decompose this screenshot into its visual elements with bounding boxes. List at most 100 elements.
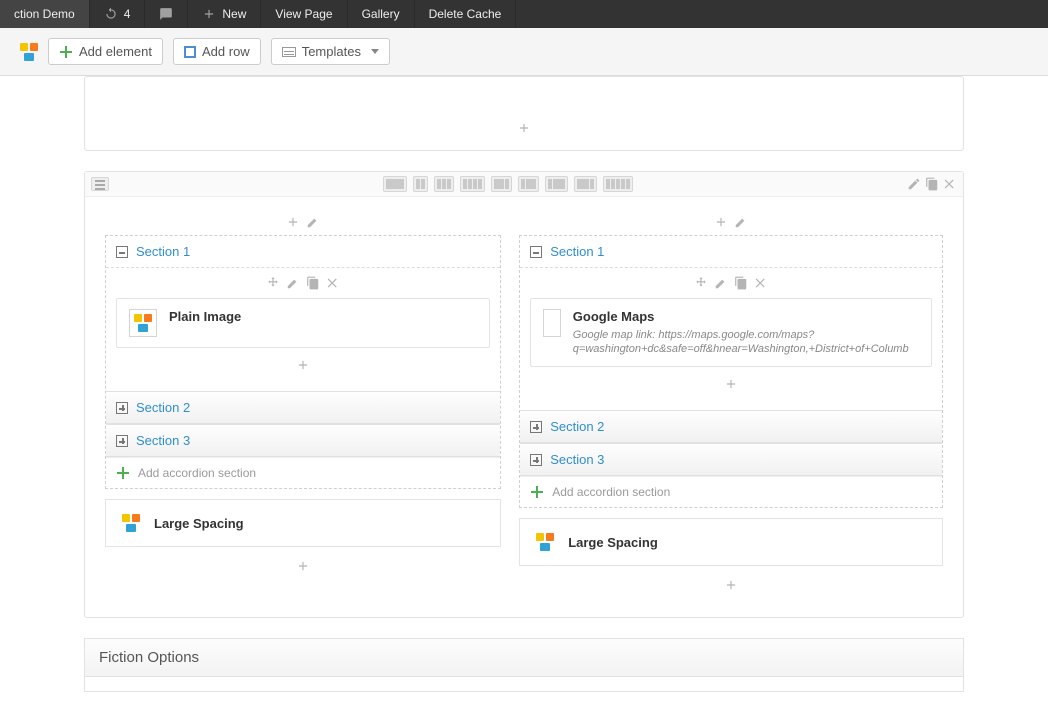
row-header (85, 172, 963, 197)
add-accordion-section[interactable]: Add accordion section (520, 476, 942, 507)
layout-14-34[interactable] (545, 176, 568, 192)
collapse-icon (116, 246, 128, 258)
layout-5col[interactable] (603, 176, 633, 192)
layout-34-14[interactable] (574, 176, 597, 192)
fiction-options-panel: Fiction Options (84, 638, 964, 692)
element-thumb (129, 309, 157, 337)
clone-icon[interactable] (734, 276, 748, 290)
delete-icon[interactable] (326, 276, 340, 290)
map-thumb-icon (543, 309, 561, 337)
expand-icon (530, 454, 542, 466)
adminbar-new[interactable]: New (188, 0, 261, 28)
clone-row-icon[interactable] (925, 177, 939, 191)
composer-logo-icon (134, 314, 152, 332)
composer-canvas: Section 1 (0, 76, 1048, 722)
layout-4col[interactable] (460, 176, 485, 192)
plus-icon (296, 559, 310, 573)
collapse-icon (530, 246, 542, 258)
accordion-section-3-header[interactable]: Section 3 (106, 424, 500, 457)
accordion-section-title[interactable]: Section 1 (136, 244, 190, 259)
row-container-top (84, 76, 964, 151)
column-2-tools (519, 215, 943, 235)
row-add-element[interactable] (85, 117, 963, 142)
plus-icon (724, 377, 738, 391)
element-tools (116, 276, 490, 290)
edit-row-icon[interactable] (907, 177, 921, 191)
drag-handle-icon[interactable] (91, 177, 109, 191)
accordion-section-1-body: Plain Image (106, 268, 500, 391)
element-large-spacing[interactable]: Large Spacing (105, 499, 501, 547)
add-icon[interactable] (714, 215, 728, 229)
fiction-options-title: Fiction Options (85, 639, 963, 677)
accordion-section-2-header[interactable]: Section 2 (520, 410, 942, 443)
column-add-element[interactable] (519, 566, 943, 607)
accordion-section-3-header[interactable]: Section 3 (520, 443, 942, 476)
add-row-label: Add row (202, 44, 250, 59)
layout-3col[interactable] (434, 176, 454, 192)
adminbar-site[interactable]: ction Demo (0, 0, 90, 28)
adminbar-updates[interactable]: 4 (90, 0, 146, 28)
spacing-label: Large Spacing (154, 516, 244, 531)
add-element-button[interactable]: Add element (48, 38, 163, 65)
element-plain-image[interactable]: Plain Image (116, 298, 490, 348)
element-title: Plain Image (169, 309, 241, 324)
templates-icon (282, 47, 296, 57)
templates-button[interactable]: Templates (271, 38, 390, 65)
add-row-button[interactable]: Add row (173, 38, 261, 65)
row-body: Section 1 (95, 205, 953, 617)
accordion-section-title[interactable]: Section 3 (550, 452, 604, 467)
adminbar-view-page[interactable]: View Page (261, 0, 347, 28)
element-google-maps[interactable]: Google Maps Google map link: https://map… (530, 298, 932, 367)
accordion-section-1-header[interactable]: Section 1 (106, 236, 500, 268)
clone-icon[interactable] (306, 276, 320, 290)
adminbar-comments[interactable] (145, 0, 188, 28)
adminbar-new-label: New (222, 7, 246, 21)
element-title: Google Maps (573, 309, 919, 324)
plus-icon (724, 578, 738, 592)
layout-2col[interactable] (413, 176, 428, 192)
composer-logo-icon (122, 514, 140, 532)
edit-icon[interactable] (286, 276, 300, 290)
adminbar-delete-cache-label: Delete Cache (429, 7, 502, 21)
edit-icon[interactable] (306, 215, 320, 229)
layout-13-23[interactable] (518, 176, 539, 192)
spacing-label: Large Spacing (568, 535, 658, 550)
adminbar-gallery-label: Gallery (362, 7, 400, 21)
adminbar-view-label: View Page (275, 7, 332, 21)
accordion-section-title[interactable]: Section 2 (550, 419, 604, 434)
expand-icon (116, 402, 128, 414)
layout-1col[interactable] (383, 176, 407, 192)
move-icon[interactable] (266, 276, 280, 290)
templates-label: Templates (302, 44, 361, 59)
add-element-label: Add element (79, 44, 152, 59)
accordion-section-title[interactable]: Section 3 (136, 433, 190, 448)
section-add-element[interactable] (530, 367, 932, 396)
adminbar-delete-cache[interactable]: Delete Cache (415, 0, 517, 28)
accordion-section-title[interactable]: Section 1 (550, 244, 604, 259)
add-icon[interactable] (286, 215, 300, 229)
layout-23-13[interactable] (491, 176, 512, 192)
accordion-section-1-body: Google Maps Google map link: https://map… (520, 268, 942, 410)
composer-toolbar: Add element Add row Templates (0, 28, 1048, 76)
section-add-element[interactable] (116, 348, 490, 377)
adminbar-gallery[interactable]: Gallery (348, 0, 415, 28)
accordion-section-title[interactable]: Section 2 (136, 400, 190, 415)
expand-icon (530, 421, 542, 433)
plus-green-icon (116, 466, 130, 480)
delete-row-icon[interactable] (943, 177, 957, 191)
accordion-block: Section 1 (519, 235, 943, 508)
fiction-options-body (85, 677, 963, 691)
delete-icon[interactable] (754, 276, 768, 290)
comment-icon (159, 7, 173, 21)
edit-icon[interactable] (714, 276, 728, 290)
edit-icon[interactable] (734, 215, 748, 229)
accordion-section-2-header[interactable]: Section 2 (106, 391, 500, 424)
adminbar-updates-count: 4 (124, 7, 131, 21)
plus-icon (296, 358, 310, 372)
row-columns: Section 1 (95, 205, 953, 607)
move-icon[interactable] (694, 276, 708, 290)
accordion-section-1-header[interactable]: Section 1 (520, 236, 942, 268)
element-large-spacing[interactable]: Large Spacing (519, 518, 943, 566)
column-add-element[interactable] (105, 547, 501, 588)
add-accordion-section[interactable]: Add accordion section (106, 457, 500, 488)
